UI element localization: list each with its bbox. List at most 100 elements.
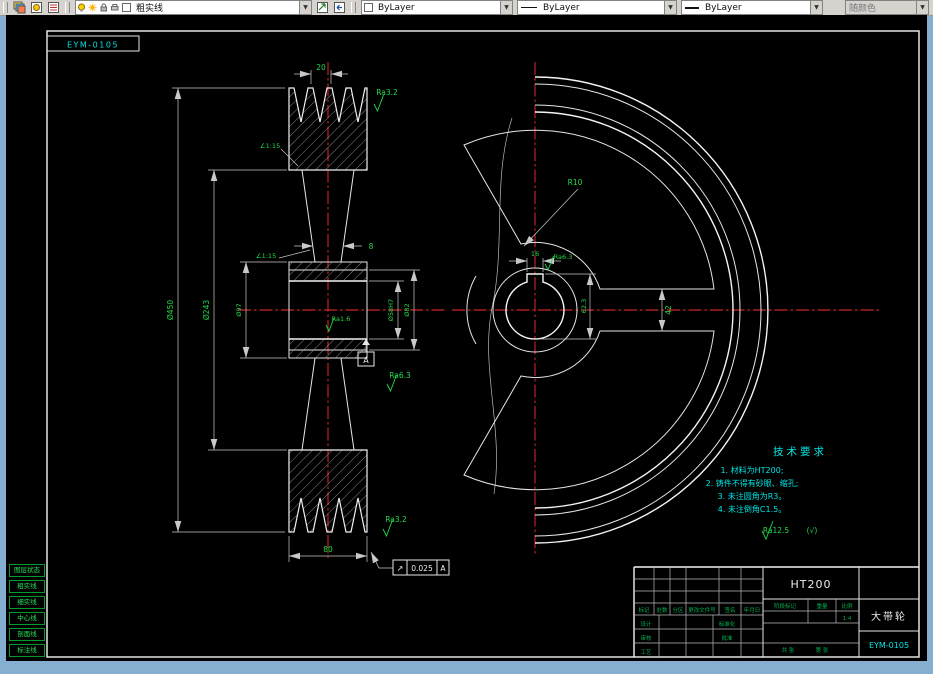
tech-requirement-item: 4. 未注倒角C1.5。 — [718, 504, 786, 514]
title-block: HT200 大带轮 EYM-0105 标记 处数 分区 更改文件号 签名 年月日… — [633, 566, 919, 657]
corner-label-block: EYM-0105 — [46, 35, 140, 52]
layer-previous-icon — [334, 2, 345, 13]
label-zone: 分区 — [672, 606, 684, 614]
current-lineweight-name: ByLayer — [705, 2, 742, 13]
rim-section-top — [288, 87, 368, 171]
label-date: 年月日 — [744, 606, 761, 614]
label-count: 处数 — [656, 606, 668, 614]
front-view: R10 42 16 62.3 Ra6.3 — [452, 62, 882, 556]
sheet-number: 第 张 — [816, 646, 829, 654]
dim-web-thickness: 8 — [369, 242, 374, 251]
corner-drawing-number: EYM-0105 — [67, 41, 119, 50]
make-layer-current-icon — [317, 2, 328, 13]
drawing-number: EYM-0105 — [869, 641, 909, 650]
current-color-chip — [364, 3, 373, 12]
tolerance-value: 0.025 — [411, 564, 433, 573]
layer-lock-icon — [100, 3, 107, 12]
dim-hub-diameter: Ø97 — [235, 303, 243, 316]
lineweight-sample-icon — [685, 6, 699, 9]
dim-boss-diameter: Ø82 — [403, 303, 411, 316]
tolerance-symbol: ↗ — [397, 564, 404, 573]
layers-icon — [13, 1, 26, 14]
label-standard: 标准化 — [719, 620, 736, 628]
roughness-bore: Ra1.6 — [332, 315, 351, 323]
general-roughness-suffix: (√) — [807, 526, 818, 535]
tolerance-datum: A — [440, 564, 446, 573]
drawing-svg: EYM-0105 Ø450 Ø243 Ø97 Ø58H7 Ø82 20 80 8… — [46, 30, 920, 658]
tech-requirements-title: 技术要求 — [773, 445, 827, 458]
label-approve: 批准 — [721, 634, 733, 642]
toolbar-grip[interactable] — [65, 2, 70, 13]
dim-outer-diameter: Ø450 — [166, 300, 175, 320]
cad-window: 粗实线 ▼ ByLayer ▼ ByLayer ▼ ByLayer ▼ 随颜色 … — [0, 0, 933, 674]
tech-requirement-item: 3. 未注圆角为R3。 — [718, 491, 787, 501]
dim-overall-width: 80 — [323, 545, 333, 554]
part-name: 大带轮 — [871, 610, 907, 623]
layer-color-chip — [122, 3, 131, 12]
dim-fillet-radius: R10 — [568, 178, 583, 187]
technical-requirements: 技术要求 1. 材料为HT200; 2. 铸件不得有砂眼、缩孔; 3. 未注圆角… — [706, 445, 827, 541]
layer-on-bulb-icon — [78, 3, 85, 12]
dim-keyway-width: 16 — [531, 250, 539, 258]
object-properties-toolbar: 粗实线 ▼ ByLayer ▼ ByLayer ▼ ByLayer ▼ 随颜色 … — [0, 0, 933, 16]
label-scale: 比例 — [841, 602, 853, 610]
roughness-bottom: Ra3.2 — [385, 515, 407, 524]
toolbar-grip[interactable] — [3, 2, 8, 13]
label-mark: 标记 — [638, 606, 650, 614]
label-sign: 签名 — [724, 606, 735, 614]
label-process: 工艺 — [640, 649, 652, 656]
taper-label-upper: ∠1:15 — [260, 142, 280, 150]
current-layer-name: 粗实线 — [136, 4, 164, 14]
dim-groove-pitch: 20 — [316, 63, 326, 72]
label-design: 设计 — [640, 620, 652, 628]
roughness-mid: Ra6.3 — [389, 371, 411, 380]
tech-requirement-item: 2. 铸件不得有砂眼、缩孔; — [706, 478, 799, 488]
current-plot-style-name: 随颜色 — [849, 4, 877, 14]
sheet-total: 共 张 — [782, 646, 795, 654]
dropdown-arrow-icon[interactable]: ▼ — [500, 1, 512, 14]
dropdown-arrow-icon[interactable]: ▼ — [299, 1, 311, 14]
make-object-layer-current-button[interactable] — [315, 1, 330, 14]
drawing-canvas[interactable]: 图层状态 粗实线 细实线 中心线 剖面线 标注线 EYM-0105 Ø450 Ø… — [6, 15, 927, 661]
dim-bore: Ø58H7 — [387, 299, 395, 321]
layer-properties-button[interactable] — [12, 1, 27, 14]
label-stage: 阶段标记 — [774, 602, 797, 610]
label-weight: 重量 — [816, 602, 828, 610]
layer-freeze-sun-icon — [88, 3, 97, 12]
label-file: 更改文件号 — [688, 606, 716, 614]
dim-keyway-depth: 62.3 — [580, 299, 588, 313]
color-control-dropdown[interactable]: ByLayer ▼ — [361, 0, 513, 15]
layer-states-icon — [31, 2, 42, 13]
datum-letter: A — [363, 356, 369, 365]
roughness-hub: Ra6.3 — [554, 253, 573, 261]
current-linetype-name: ByLayer — [543, 2, 580, 13]
dim-arm-width: 42 — [664, 305, 673, 315]
dropdown-arrow-icon: ▼ — [916, 1, 928, 14]
break-line — [488, 117, 513, 495]
current-color-name: ByLayer — [378, 2, 415, 13]
section-view: Ø450 Ø243 Ø97 Ø58H7 Ø82 20 80 8 ∠1:15 ∠1… — [166, 62, 450, 576]
rim-section-bottom — [288, 449, 368, 533]
layer-control-dropdown[interactable]: 粗实线 ▼ — [75, 0, 312, 15]
dropdown-arrow-icon[interactable]: ▼ — [664, 1, 676, 14]
layer-manager-icon — [48, 2, 59, 13]
layer-plot-printer-icon — [111, 4, 119, 11]
spoke-window-upper — [463, 129, 715, 290]
roughness-top: Ra3.2 — [376, 88, 398, 97]
label-check: 审核 — [640, 634, 652, 642]
scale-value: 1:4 — [843, 616, 852, 622]
general-roughness-note: Ra12.5 — [763, 526, 790, 535]
toolbar-grip[interactable] — [351, 2, 356, 13]
linetype-control-dropdown[interactable]: ByLayer ▼ — [517, 0, 677, 15]
spoke-window-lower — [463, 330, 715, 491]
layer-previous-button[interactable] — [332, 1, 347, 14]
tolerance-frame: ↗ 0.025 A — [370, 551, 450, 576]
material-designation: HT200 — [791, 578, 832, 591]
taper-label-lower: ∠1:15 — [256, 252, 276, 260]
linetype-sample-icon — [521, 7, 537, 8]
layer-manager-button[interactable] — [46, 1, 61, 14]
plot-style-control-dropdown[interactable]: 随颜色 ▼ — [845, 0, 929, 15]
dropdown-arrow-icon[interactable]: ▼ — [810, 1, 822, 14]
lineweight-control-dropdown[interactable]: ByLayer ▼ — [681, 0, 823, 15]
layer-states-button[interactable] — [29, 1, 44, 14]
